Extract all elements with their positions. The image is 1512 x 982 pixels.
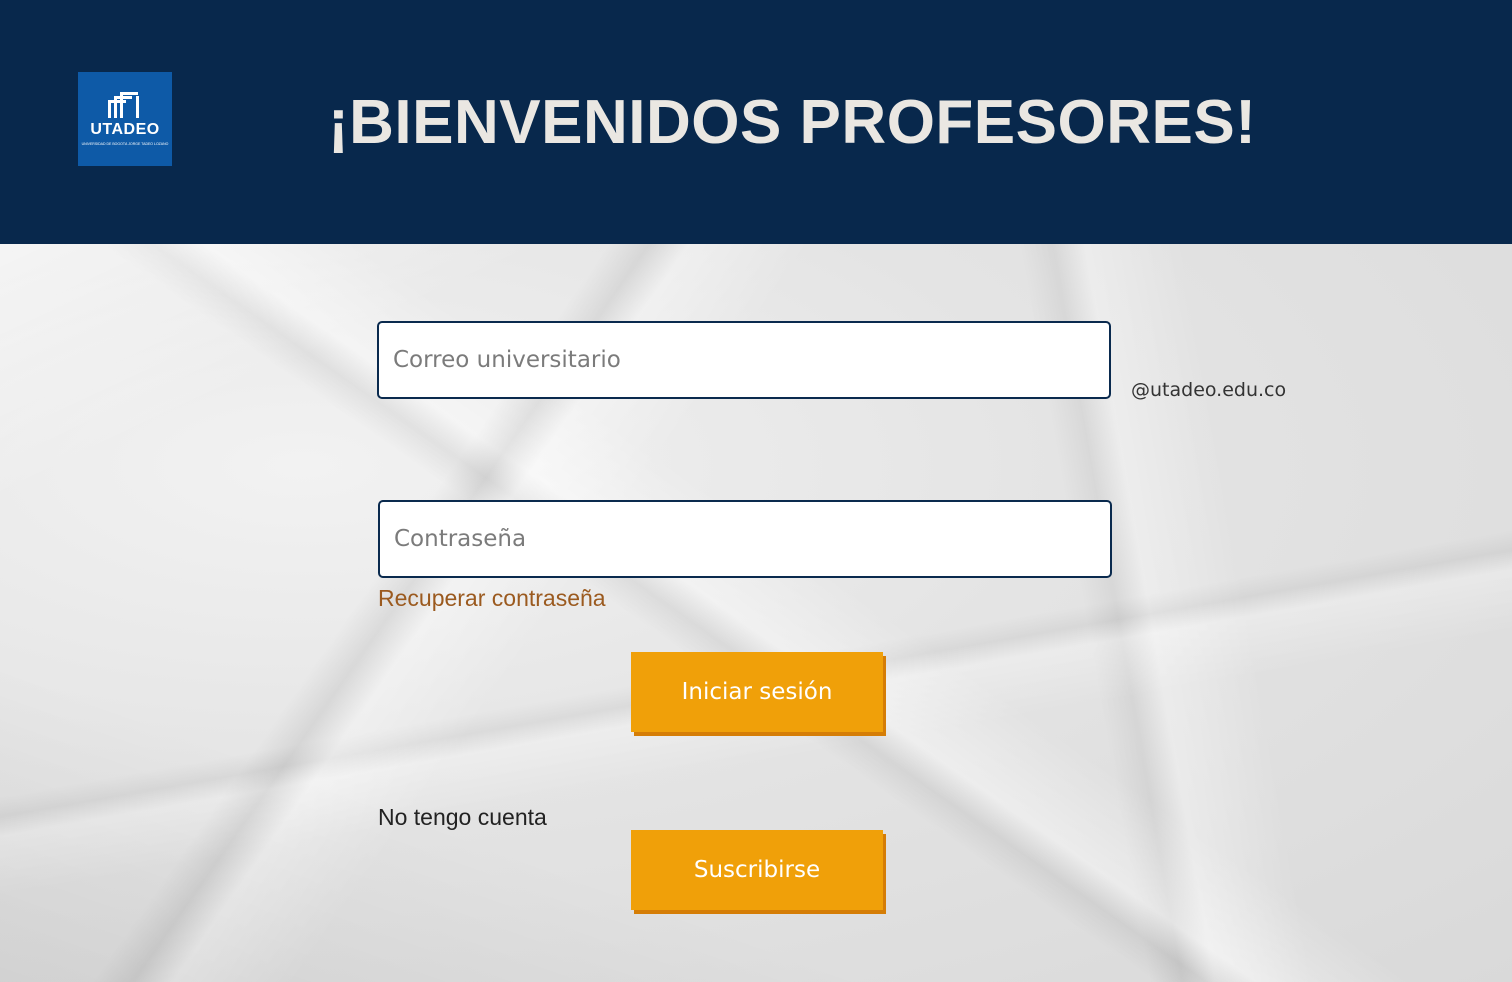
- no-account-label: No tengo cuenta: [378, 804, 547, 830]
- login-button[interactable]: Iniciar sesión: [631, 652, 883, 732]
- logo-text: UTADEO: [90, 121, 160, 138]
- recover-password-link[interactable]: Recuperar contraseña: [378, 585, 606, 612]
- email-domain-suffix: @utadeo.edu.co: [1131, 379, 1287, 401]
- utadeo-logo-icon: [108, 92, 139, 118]
- subscribe-button[interactable]: Suscribirse: [631, 830, 883, 910]
- password-field[interactable]: [378, 500, 1112, 578]
- email-field[interactable]: [377, 321, 1111, 399]
- page-title: ¡BIENVENIDOS PROFESORES!: [328, 88, 1257, 157]
- header-bar: UTADEO UNIVERSIDAD DE BOGOTÁ JORGE TADEO…: [0, 0, 1512, 244]
- utadeo-logo: UTADEO UNIVERSIDAD DE BOGOTÁ JORGE TADEO…: [78, 72, 172, 166]
- logo-subtext: UNIVERSIDAD DE BOGOTÁ JORGE TADEO LOZANO: [81, 142, 169, 146]
